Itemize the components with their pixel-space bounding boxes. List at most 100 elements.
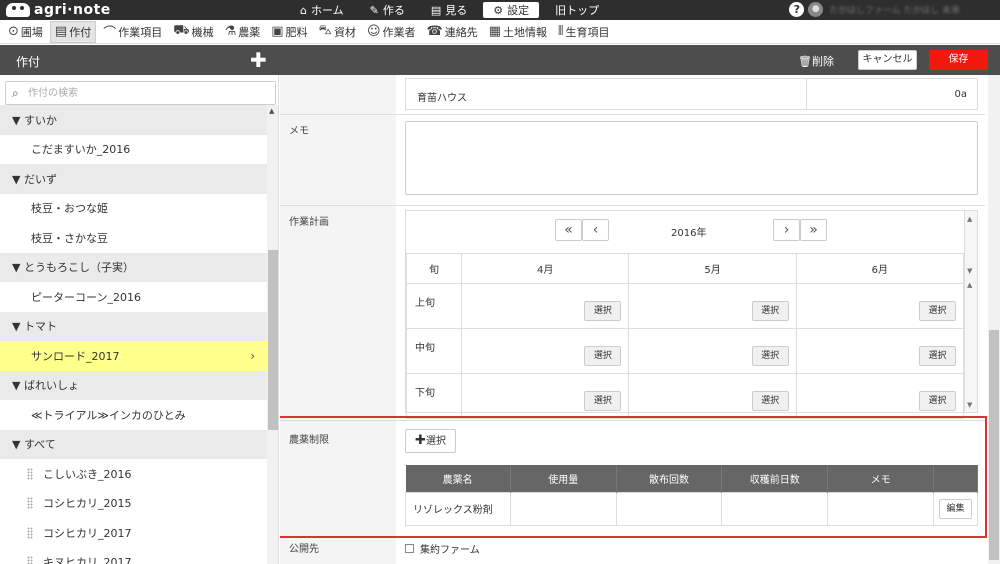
help-icon[interactable]: ? — [789, 2, 805, 17]
next-month-button[interactable]: › — [773, 219, 800, 241]
scroll-down-icon[interactable]: ▼ — [967, 267, 972, 275]
select-button[interactable]: 選択 — [584, 301, 622, 321]
drag-handle-icon[interactable] — [27, 556, 33, 564]
drag-handle-icon[interactable] — [27, 526, 33, 539]
memo-input[interactable] — [405, 121, 978, 195]
select-button[interactable]: 選択 — [751, 301, 789, 321]
topnav-item-4[interactable]: 旧トップ — [545, 2, 609, 18]
subnav-item-7[interactable]: ☺ 作業者 — [363, 21, 420, 43]
select-button[interactable]: 選択 — [919, 301, 956, 321]
public-option[interactable]: 集約ファーム — [405, 541, 480, 556]
tree-row-label: 枝豆・さかな豆 — [31, 231, 108, 245]
app-logo[interactable]: agri·note — [6, 2, 111, 18]
plan-label: 作業計画 — [289, 217, 329, 228]
cancel-button[interactable]: キャンセル — [858, 50, 917, 70]
prev-month-button[interactable]: ‹ — [582, 219, 609, 241]
delete-button[interactable]: 🗑削除 — [798, 53, 834, 69]
select-button[interactable]: 選択 — [751, 346, 789, 366]
tree-row-label: こだますいか_2016 — [31, 143, 131, 157]
tree-row-label: ▼ すいか — [12, 113, 57, 127]
list-item[interactable]: キヌヒカリ_2017 — [0, 547, 267, 564]
search-input[interactable] — [28, 85, 268, 101]
subnav-label: 圃場 — [20, 25, 43, 39]
tree-group[interactable]: ▼ ばれいしょ — [0, 370, 267, 400]
subnav-item-9[interactable]: ▦ 土地情報 — [485, 21, 551, 43]
main-scroll-thumb[interactable] — [989, 330, 999, 560]
subnav-label: 農薬 — [238, 25, 261, 39]
list-item[interactable]: サンロード_2017 › — [0, 341, 267, 371]
scroll-up-icon[interactable]: ▲ — [967, 215, 972, 223]
select-button[interactable]: 選択 — [919, 391, 956, 411]
list-item[interactable]: こしいぶき_2016 — [0, 459, 267, 489]
subnav-item-2[interactable]: ⌒ 作業項目 — [99, 21, 166, 43]
chevron-left-icon: ‹ — [592, 222, 599, 238]
crop-sidebar: ⌕ ▼ すいかこだますいか_2016 ▼ だいず枝豆・おつな姫枝豆・さかな豆 ▼ と… — [0, 75, 279, 564]
subnav-label: 機械 — [191, 25, 214, 39]
main-scrollbar[interactable] — [988, 75, 1000, 564]
public-label: 公開先 — [289, 544, 319, 555]
plan-cell: 選択 — [795, 328, 965, 374]
select-button[interactable]: 選択 — [751, 391, 789, 411]
tree-group[interactable]: ▼ すべて — [0, 429, 267, 459]
plan-cell: 選択 — [795, 283, 965, 329]
subnav-item-6[interactable]: ⛍ 資材 — [315, 21, 360, 43]
tree-group[interactable]: ▼ トマト — [0, 311, 267, 341]
list-item[interactable]: コシヒカリ_2015 — [0, 488, 267, 518]
plan-head: 旬 — [405, 253, 463, 284]
list-item[interactable]: こだますいか_2016 — [0, 134, 267, 164]
land-icon: ▦ — [488, 24, 501, 39]
select-button[interactable]: 選択 — [584, 391, 622, 411]
tree-row-label: こしいぶき_2016 — [43, 467, 132, 481]
tree-group[interactable]: ▼ すいか — [0, 105, 267, 135]
subnav-item-1[interactable]: ▤ 作付 — [49, 20, 97, 43]
subnav-label: 生育項目 — [565, 25, 610, 39]
subnav-item-10[interactable]: ⫴ 生育項目 — [554, 21, 613, 43]
plan-scrollbar[interactable]: ▲ ▼ ▲ ▼ — [965, 210, 978, 413]
topnav-item-2[interactable]: ▤ 見る — [421, 2, 477, 18]
tree-group[interactable]: ▼ だいず — [0, 164, 267, 194]
sidebar-scrollbar[interactable]: ▲ — [267, 105, 278, 564]
user-name[interactable]: たかはしファーム たかはし 未来 — [829, 3, 960, 16]
trash-icon: 🗑 — [798, 55, 812, 68]
topnav-item-3[interactable]: ⚙ 設定 — [483, 2, 540, 18]
subnav-item-0[interactable]: ⊙ 圃場 — [4, 21, 47, 43]
scroll-up-icon[interactable]: ▲ — [967, 281, 972, 289]
drag-handle-icon[interactable] — [27, 497, 33, 510]
public-option-label: 集約ファーム — [420, 545, 480, 556]
tree-group[interactable]: ▼ とうもろこし（子実） — [0, 252, 267, 282]
frog-logo-icon — [6, 3, 30, 17]
next-year-button[interactable]: » — [800, 219, 827, 241]
list-item[interactable]: 枝豆・おつな姫 — [0, 193, 267, 223]
list-item[interactable]: 枝豆・さかな豆 — [0, 223, 267, 253]
map-pin-icon: ⊙ — [8, 24, 19, 39]
prev-year-button[interactable]: « — [555, 219, 582, 241]
save-button[interactable]: 保存 — [929, 50, 988, 70]
subnav-item-3[interactable]: ⛟ 機械 — [169, 21, 217, 43]
tree-row-label: ≪トライアル≫インカのひとみ — [31, 408, 186, 422]
list-item[interactable]: コシヒカリ_2017 — [0, 518, 267, 548]
crop-detail-form: 育苗ハウス 0a メモ 作業計画 « ‹ 2016年 › » 旬 4月 5月 6月 上旬… — [280, 75, 1000, 564]
topnav-item-0[interactable]: ⌂ ホーム — [290, 2, 354, 18]
select-button[interactable]: 選択 — [584, 346, 622, 366]
sidebar-scroll-thumb[interactable] — [268, 250, 278, 430]
subnav-item-8[interactable]: ☎ 連絡先 — [423, 21, 482, 43]
crop-tree: ▼ すいかこだますいか_2016 ▼ だいず 枝豆・おつな姫枝豆・さかな豆 ▼ とうも… — [0, 105, 267, 564]
plan-cell: 選択 — [628, 328, 797, 374]
topnav-item-1[interactable]: ✎ 作る — [360, 2, 415, 18]
public-checkbox[interactable] — [405, 544, 414, 553]
subnav-item-4[interactable]: ⚗ 農薬 — [221, 21, 265, 43]
subnav-label: 作業項目 — [118, 25, 163, 39]
scroll-up-icon[interactable]: ▲ — [269, 107, 274, 115]
topnav-label: 見る — [445, 4, 468, 17]
add-plus-icon[interactable]: ✚ — [250, 48, 267, 72]
drag-handle-icon[interactable] — [27, 467, 33, 480]
list-item[interactable]: ≪トライアル≫インカのひとみ — [0, 400, 267, 430]
select-button[interactable]: 選択 — [919, 346, 956, 366]
subnav-label: 連絡先 — [444, 25, 478, 39]
worker-icon: ☺ — [366, 24, 381, 39]
topnav-label: 作る — [382, 4, 405, 17]
avatar[interactable]: ● — [808, 2, 824, 17]
scroll-down-icon[interactable]: ▼ — [967, 401, 972, 409]
list-item[interactable]: ピーターコーン_2016 — [0, 282, 267, 312]
subnav-item-5[interactable]: ▣ 肥料 — [267, 21, 311, 43]
